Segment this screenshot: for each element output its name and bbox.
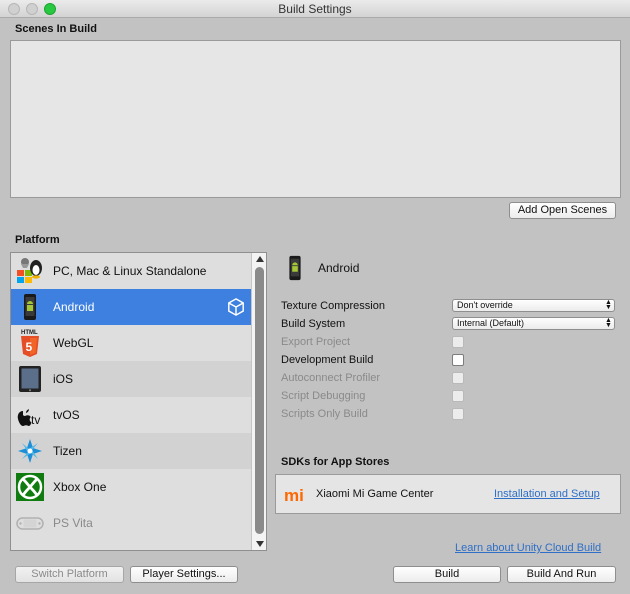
svg-text:5: 5 <box>26 340 33 354</box>
html5-badge-text: HTML <box>21 330 38 336</box>
platform-item-ps-vita[interactable]: PS Vita <box>11 505 251 541</box>
sdk-list: mi Xiaomi Mi Game Center Installation an… <box>275 474 621 514</box>
build-button[interactable]: Build <box>393 566 501 583</box>
platform-label-xbox-one: Xbox One <box>53 480 107 494</box>
xbox-icon <box>16 473 44 501</box>
dropdown-arrows-icon: ▲ ▼ <box>605 299 612 311</box>
platform-label: Platform <box>15 234 60 246</box>
ps-vita-icon <box>16 517 44 530</box>
platform-list[interactable]: PC, Mac & Linux Standalone Android HTML … <box>10 252 267 551</box>
platform-item-webgl[interactable]: HTML 5 WebGL <box>11 325 251 361</box>
scripts-only-build-label: Scripts Only Build <box>281 408 368 420</box>
unity-current-platform-icon <box>228 298 244 316</box>
build-system-value: Internal (Default) <box>457 318 525 328</box>
ipad-icon <box>19 366 41 392</box>
sdks-for-app-stores-label: SDKs for App Stores <box>281 456 390 468</box>
player-settings-button[interactable]: Player Settings... <box>130 566 238 583</box>
standalone-icon <box>17 258 42 283</box>
dropdown-arrows-icon: ▲ ▼ <box>605 317 612 329</box>
platform-label-ios: iOS <box>53 372 74 386</box>
tizen-icon <box>18 439 42 463</box>
switch-platform-button[interactable]: Switch Platform <box>15 566 124 583</box>
script-debugging-checkbox <box>452 390 464 402</box>
platform-list-scrollbar[interactable] <box>251 253 266 550</box>
export-project-checkbox <box>452 336 464 348</box>
scenes-in-build-label: Scenes In Build <box>15 23 97 35</box>
scenes-list[interactable] <box>10 40 621 198</box>
build-system-dropdown[interactable]: Internal (Default) ▲ ▼ <box>452 317 615 330</box>
platform-label-ps-vita: PS Vita <box>53 516 93 530</box>
apple-tv-icon-text: tv <box>31 413 40 427</box>
android-icon <box>24 294 36 320</box>
platform-label-android: Android <box>53 300 95 314</box>
platform-label-tvos: tvOS <box>53 408 80 422</box>
scripts-only-build-checkbox <box>452 408 464 420</box>
development-build-label: Development Build <box>281 354 374 366</box>
learn-about-unity-cloud-build-link[interactable]: Learn about Unity Cloud Build <box>455 542 601 554</box>
scroll-thumb[interactable] <box>255 267 264 534</box>
build-and-run-button[interactable]: Build And Run <box>507 566 616 583</box>
export-project-label: Export Project <box>281 336 351 348</box>
selected-platform-title: Android <box>318 261 360 275</box>
platform-item-android[interactable]: Android <box>11 289 251 325</box>
platform-item-xbox-one[interactable]: Xbox One <box>11 469 251 505</box>
installation-and-setup-link[interactable]: Installation and Setup <box>494 488 600 500</box>
texture-compression-value: Don't override <box>457 300 513 310</box>
html5-icon: HTML 5 <box>21 330 39 357</box>
sdk-name: Xiaomi Mi Game Center <box>316 488 434 500</box>
texture-compression-label: Texture Compression <box>281 300 385 312</box>
title-bar: Build Settings <box>0 0 630 18</box>
build-system-label: Build System <box>281 318 346 330</box>
apple-tv-icon: tv <box>17 409 40 427</box>
platform-item-tizen[interactable]: Tizen <box>11 433 251 469</box>
development-build-checkbox[interactable] <box>452 354 464 366</box>
platform-item-tvos[interactable]: tv tvOS <box>11 397 251 433</box>
xiaomi-logo-icon: mi <box>284 486 304 504</box>
platform-label-tizen: Tizen <box>53 444 82 458</box>
add-open-scenes-button[interactable]: Add Open Scenes <box>509 202 616 219</box>
scroll-down-arrow-icon[interactable] <box>256 541 264 547</box>
script-debugging-label: Script Debugging <box>281 390 366 402</box>
window-title: Build Settings <box>278 2 352 16</box>
platform-item-ios[interactable]: iOS <box>11 361 251 397</box>
autoconnect-profiler-label: Autoconnect Profiler <box>281 372 381 384</box>
platform-item-standalone[interactable]: PC, Mac & Linux Standalone <box>11 253 251 289</box>
platform-label-standalone: PC, Mac & Linux Standalone <box>53 264 207 278</box>
texture-compression-dropdown[interactable]: Don't override ▲ ▼ <box>452 299 615 312</box>
platform-label-webgl: WebGL <box>53 336 94 350</box>
xiaomi-logo-text: mi <box>284 486 304 504</box>
scroll-up-arrow-icon[interactable] <box>256 256 264 262</box>
android-platform-icon <box>289 255 301 281</box>
autoconnect-profiler-checkbox <box>452 372 464 384</box>
